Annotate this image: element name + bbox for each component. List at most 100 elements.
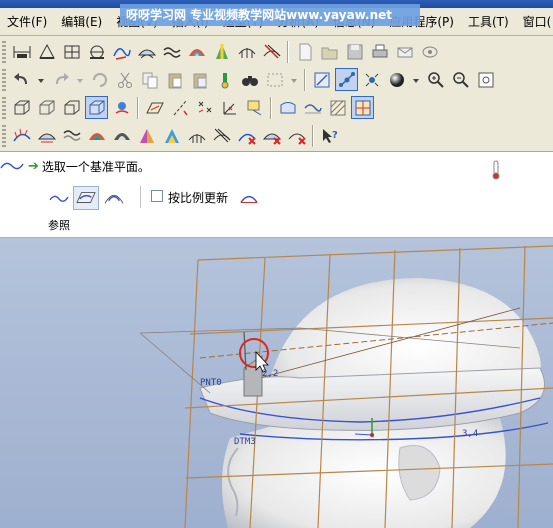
send-mail-icon[interactable] [393, 40, 416, 63]
dimension-icon[interactable] [10, 40, 33, 63]
datum-points-icon[interactable] [335, 68, 358, 91]
redo-dropdown-icon[interactable] [74, 68, 86, 91]
scale-update-checkbox[interactable] [151, 190, 163, 202]
toolbar-separator [270, 96, 272, 119]
refit-icon[interactable] [474, 68, 497, 91]
tab-references[interactable]: 参照 [48, 217, 70, 233]
toolbar-row-2 [0, 66, 498, 93]
mesh-analysis-icon[interactable] [235, 40, 258, 63]
draft-shade-icon[interactable] [135, 124, 158, 147]
message-prompt: ➔ 选取一个基准平面。 [28, 158, 150, 175]
grid-snap-icon[interactable] [351, 96, 374, 119]
undo-dropdown-icon[interactable] [35, 68, 47, 91]
toolbar-row-3 [0, 94, 375, 121]
spin-orient-icon[interactable] [110, 96, 133, 119]
triangle-surface-icon[interactable] [35, 40, 58, 63]
select-box-icon[interactable] [263, 68, 286, 91]
coord-sys-display-icon[interactable] [218, 96, 241, 119]
delete-curve-analysis-icon[interactable] [235, 124, 258, 147]
gaussian-shade-icon[interactable] [85, 124, 108, 147]
toolbar-row-4: ? [0, 122, 342, 149]
label-coord-a: 2,2 [262, 369, 278, 379]
datum-axis-display-icon[interactable] [168, 96, 191, 119]
label-coord-b: 3,4 [462, 429, 478, 439]
redo-icon[interactable] [49, 68, 72, 91]
zoom-out-icon[interactable] [449, 68, 472, 91]
scale-update-label: 按比例更新 [168, 191, 229, 205]
graphics-viewport[interactable]: PNT0 DTM3 2,2 3,4 [0, 238, 553, 528]
dihedral-icon[interactable] [210, 124, 233, 147]
curve-edit-icon[interactable] [236, 186, 262, 210]
find-binoculars-icon[interactable] [238, 68, 261, 91]
curve-type-icon[interactable] [46, 186, 72, 210]
surface-curvature-icon[interactable] [135, 40, 158, 63]
regenerate-icon[interactable] [88, 68, 111, 91]
curvature-comb-icon[interactable] [10, 124, 33, 147]
offset-curve-icon[interactable] [60, 124, 83, 147]
no-hidden-icon[interactable] [60, 96, 83, 119]
toolbar-grip[interactable] [2, 68, 6, 91]
thermometer-icon [492, 160, 500, 180]
toolbar-row-1 [0, 38, 442, 65]
toolbar-separator [287, 40, 289, 63]
shading-sphere-icon[interactable] [385, 68, 408, 91]
datum-point-display-icon[interactable] [193, 96, 216, 119]
new-file-icon[interactable] [293, 40, 316, 63]
curve-analysis-icon[interactable] [110, 40, 133, 63]
circle-section-icon[interactable] [85, 40, 108, 63]
cut-icon[interactable] [113, 68, 136, 91]
select-dropdown-icon[interactable] [288, 68, 300, 91]
toolbar-separator [137, 96, 139, 119]
prompt-text: 选取一个基准平面。 [41, 160, 150, 174]
shading-dropdown-icon[interactable] [410, 68, 422, 91]
delete-surface-analysis-icon[interactable] [285, 124, 308, 147]
context-help-icon[interactable]: ? [318, 124, 341, 147]
dashboard-separator [140, 186, 141, 208]
toolbar-separator [304, 68, 306, 91]
toolbar-grip[interactable] [2, 124, 6, 147]
menu-file[interactable]: 文件(F) [0, 13, 54, 30]
copy-icon[interactable] [138, 68, 161, 91]
paste-icon[interactable] [163, 68, 186, 91]
wireframe-icon[interactable] [10, 96, 33, 119]
menu-tools[interactable]: 工具(T) [461, 13, 516, 30]
svg-text:?: ? [332, 130, 338, 141]
menu-edit[interactable]: 编辑(E) [54, 13, 109, 30]
annotation-display-icon[interactable] [243, 96, 266, 119]
curve-feature-icon [0, 162, 24, 170]
surface-trim-icon[interactable] [276, 96, 299, 119]
undo-icon[interactable] [10, 68, 33, 91]
hatch-icon[interactable] [326, 96, 349, 119]
toolbar-area: ? [0, 36, 553, 152]
save-icon[interactable] [343, 40, 366, 63]
toolbar-separator [312, 124, 314, 147]
label-pnt0: PNT0 [200, 378, 222, 388]
toolbar-grip[interactable] [2, 96, 6, 119]
section-curvature-icon[interactable] [35, 124, 58, 147]
grid-icon[interactable] [60, 40, 83, 63]
datum-plane-display-icon[interactable] [143, 96, 166, 119]
draft-analysis-icon[interactable] [210, 40, 233, 63]
slope-shade-icon[interactable] [110, 124, 133, 147]
print-icon[interactable] [368, 40, 391, 63]
regenerate-model-icon[interactable] [213, 68, 236, 91]
zoom-in-icon[interactable] [424, 68, 447, 91]
cos-curve-icon[interactable] [101, 186, 127, 210]
shaded-cube-icon[interactable] [85, 96, 108, 119]
reflection-analysis-icon[interactable] [260, 40, 283, 63]
spin-center-icon[interactable] [360, 68, 383, 91]
open-folder-icon[interactable] [318, 40, 341, 63]
color-shade-icon[interactable] [185, 40, 208, 63]
paste-special-icon[interactable] [188, 68, 211, 91]
delete-section-analysis-icon[interactable] [260, 124, 283, 147]
sketch-view-icon[interactable] [310, 68, 333, 91]
planar-curve-icon[interactable] [73, 186, 99, 210]
wave-curve-icon[interactable] [160, 40, 183, 63]
send-link-icon[interactable] [418, 40, 441, 63]
menu-window[interactable]: 窗口( [516, 13, 553, 30]
isophote-icon[interactable] [160, 124, 183, 147]
curve-on-surface-icon[interactable] [301, 96, 324, 119]
hidden-line-icon[interactable] [35, 96, 58, 119]
deviation-icon[interactable] [185, 124, 208, 147]
toolbar-grip[interactable] [2, 40, 6, 63]
